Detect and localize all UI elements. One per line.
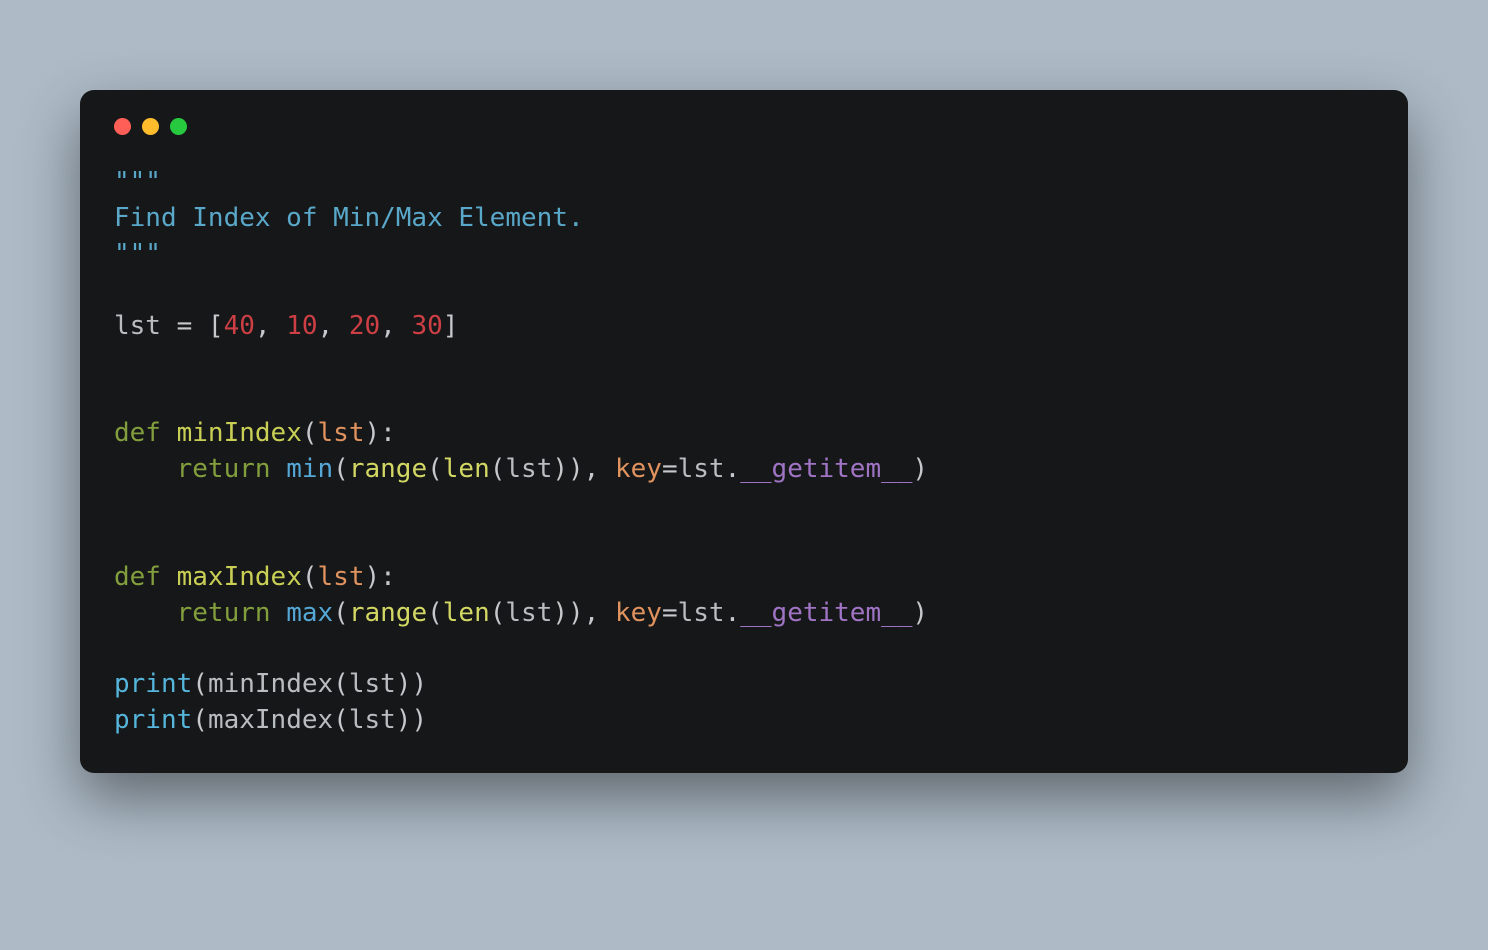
paren-close-colon: ): <box>364 418 395 448</box>
function-name: minIndex <box>177 418 302 448</box>
paren-close-colon: ): <box>364 562 395 592</box>
identifier-lst: lst <box>349 705 396 735</box>
docstring-body: Find Index of Min/Max Element. <box>114 203 584 233</box>
dunder-getitem: __getitem__ <box>740 454 912 484</box>
comma: , <box>255 311 286 341</box>
code-window: """ Find Index of Min/Max Element. """ l… <box>80 90 1408 773</box>
paren-close: )), <box>552 598 615 628</box>
close-icon[interactable] <box>114 118 131 135</box>
identifier-lst: lst <box>505 454 552 484</box>
minimize-icon[interactable] <box>142 118 159 135</box>
builtin-max: max <box>286 598 333 628</box>
paren: ( <box>427 454 443 484</box>
paren: ( <box>192 669 208 699</box>
dunder-getitem: __getitem__ <box>740 598 912 628</box>
paren-close: )) <box>396 669 427 699</box>
indent <box>114 454 177 484</box>
identifier-lst: lst <box>678 454 725 484</box>
number-literal: 10 <box>286 311 317 341</box>
dot: . <box>725 598 741 628</box>
keyword-def: def <box>114 562 161 592</box>
call-maxindex: maxIndex <box>208 705 333 735</box>
builtin-len: len <box>443 454 490 484</box>
paren: ( <box>490 598 506 628</box>
code-block: """ Find Index of Min/Max Element. """ l… <box>114 165 1374 739</box>
docstring-open: """ <box>114 167 161 197</box>
comma: , <box>380 311 411 341</box>
builtin-print: print <box>114 669 192 699</box>
paren: ( <box>192 705 208 735</box>
number-literal: 30 <box>411 311 442 341</box>
comma: , <box>318 311 349 341</box>
function-name: maxIndex <box>177 562 302 592</box>
paren: ( <box>333 598 349 628</box>
paren: ( <box>333 669 349 699</box>
paren: ( <box>333 705 349 735</box>
bracket-close: ] <box>443 311 459 341</box>
kwarg-key: key <box>615 454 662 484</box>
paren-close: ) <box>912 454 928 484</box>
param-lst: lst <box>318 418 365 448</box>
assign-bracket: = [ <box>161 311 224 341</box>
identifier-lst: lst <box>349 669 396 699</box>
variable-lst: lst <box>114 311 161 341</box>
number-literal: 40 <box>224 311 255 341</box>
space <box>161 562 177 592</box>
paren-close: )) <box>396 705 427 735</box>
paren-open: ( <box>302 418 318 448</box>
space <box>161 418 177 448</box>
maximize-icon[interactable] <box>170 118 187 135</box>
paren-close: )), <box>552 454 615 484</box>
paren: ( <box>490 454 506 484</box>
builtin-range: range <box>349 454 427 484</box>
keyword-return: return <box>177 598 271 628</box>
equals: = <box>662 454 678 484</box>
dot: . <box>725 454 741 484</box>
param-lst: lst <box>318 562 365 592</box>
paren-close: ) <box>912 598 928 628</box>
identifier-lst: lst <box>505 598 552 628</box>
paren-open: ( <box>302 562 318 592</box>
builtin-min: min <box>286 454 333 484</box>
builtin-range: range <box>349 598 427 628</box>
space <box>271 454 287 484</box>
keyword-return: return <box>177 454 271 484</box>
keyword-def: def <box>114 418 161 448</box>
number-literal: 20 <box>349 311 380 341</box>
equals: = <box>662 598 678 628</box>
docstring-close: """ <box>114 239 161 269</box>
builtin-print: print <box>114 705 192 735</box>
paren: ( <box>333 454 349 484</box>
indent <box>114 598 177 628</box>
kwarg-key: key <box>615 598 662 628</box>
builtin-len: len <box>443 598 490 628</box>
window-titlebar <box>114 118 1374 135</box>
identifier-lst: lst <box>678 598 725 628</box>
space <box>271 598 287 628</box>
paren: ( <box>427 598 443 628</box>
call-minindex: minIndex <box>208 669 333 699</box>
